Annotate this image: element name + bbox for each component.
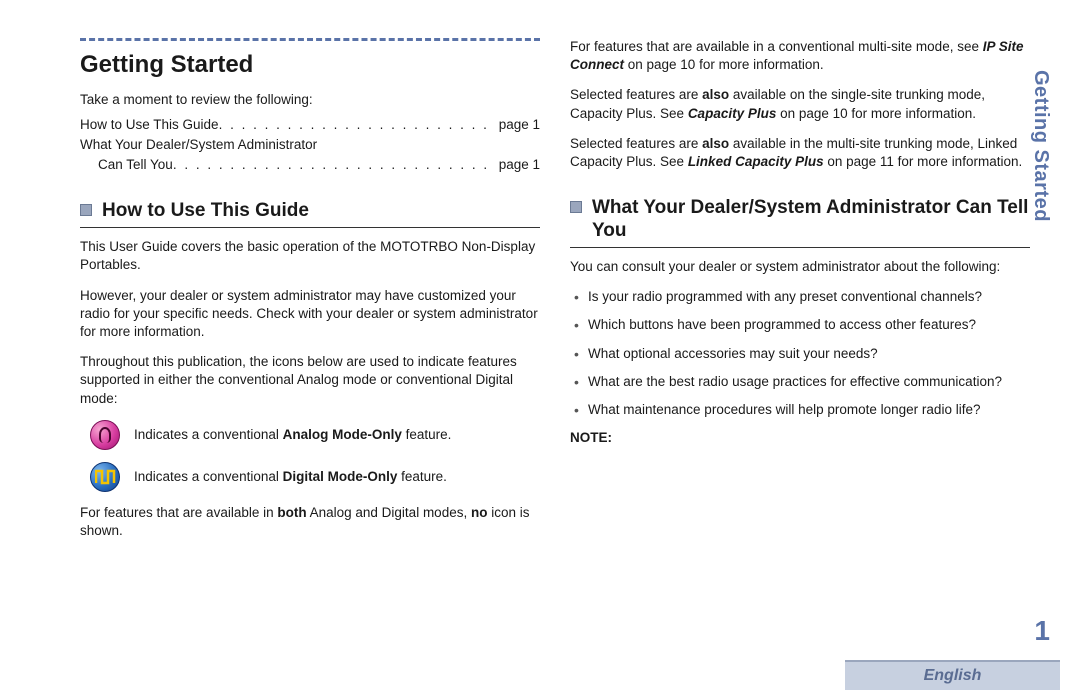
section-heading: How to Use This Guide [80,200,540,223]
toc-dots-icon [173,156,495,174]
section-heading: What Your Dealer/System Administrator Ca… [570,197,1030,243]
digital-desc: Indicates a conventional Digital Mode-On… [134,468,447,486]
note-label: NOTE: [570,429,1030,447]
language-badge: English [845,660,1060,690]
digital-mode-icon [90,462,120,492]
section1-p2: However, your dealer or system administr… [80,287,540,342]
toc-entry: How to Use This Guide page 1 [80,116,540,134]
intro-text: Take a moment to review the following: [80,91,540,109]
section1-p1: This User Guide covers the basic operati… [80,238,540,274]
list-item: What maintenance procedures will help pr… [572,401,1030,419]
section2-heading: What Your Dealer/System Administrator Ca… [592,197,1030,243]
toc-page: page 1 [495,116,540,134]
section2-list: Is your radio programmed with any preset… [572,288,1030,419]
list-item: What are the best radio usage practices … [572,373,1030,391]
square-bullet-icon [80,204,92,216]
main-heading: Getting Started [80,49,540,81]
toc-dots-icon [219,116,495,134]
section2-intro: You can consult your dealer or system ad… [570,258,1030,276]
analog-icon-row: Indicates a conventional Analog Mode-Onl… [90,420,540,450]
col2-p3: Selected features are also available in … [570,135,1030,171]
list-item: What optional accessories may suit your … [572,345,1030,363]
analog-desc: Indicates a conventional Analog Mode-Onl… [134,426,451,444]
page-body: Getting Started Take a moment to review … [0,0,1080,552]
left-column: Getting Started Take a moment to review … [80,38,540,552]
toc-label: Can Tell You [98,156,173,174]
section1-heading: How to Use This Guide [102,200,309,223]
toc-label: How to Use This Guide [80,116,219,134]
list-item: Is your radio programmed with any preset… [572,288,1030,306]
col2-p1: For features that are available in a con… [570,38,1030,74]
analog-mode-icon [90,420,120,450]
toc-entry: What Your Dealer/System Administrator [80,136,540,154]
right-column: For features that are available in a con… [570,38,1030,552]
heading-rule-icon [80,38,540,41]
section-rule-icon [570,247,1030,248]
col2-p2: Selected features are also available on … [570,86,1030,122]
toc-page: page 1 [495,156,540,174]
section-rule-icon [80,227,540,228]
page-number: 1 [1034,612,1050,650]
list-item: Which buttons have been programmed to ac… [572,316,1030,334]
sidebar-tab: Getting Started [1027,70,1054,222]
section1-p3: Throughout this publication, the icons b… [80,353,540,408]
section1-p4: For features that are available in both … [80,504,540,540]
toc-label: What Your Dealer/System Administrator [80,136,317,154]
toc-entry: Can Tell You page 1 [80,156,540,174]
digital-icon-row: Indicates a conventional Digital Mode-On… [90,462,540,492]
square-bullet-icon [570,201,582,213]
